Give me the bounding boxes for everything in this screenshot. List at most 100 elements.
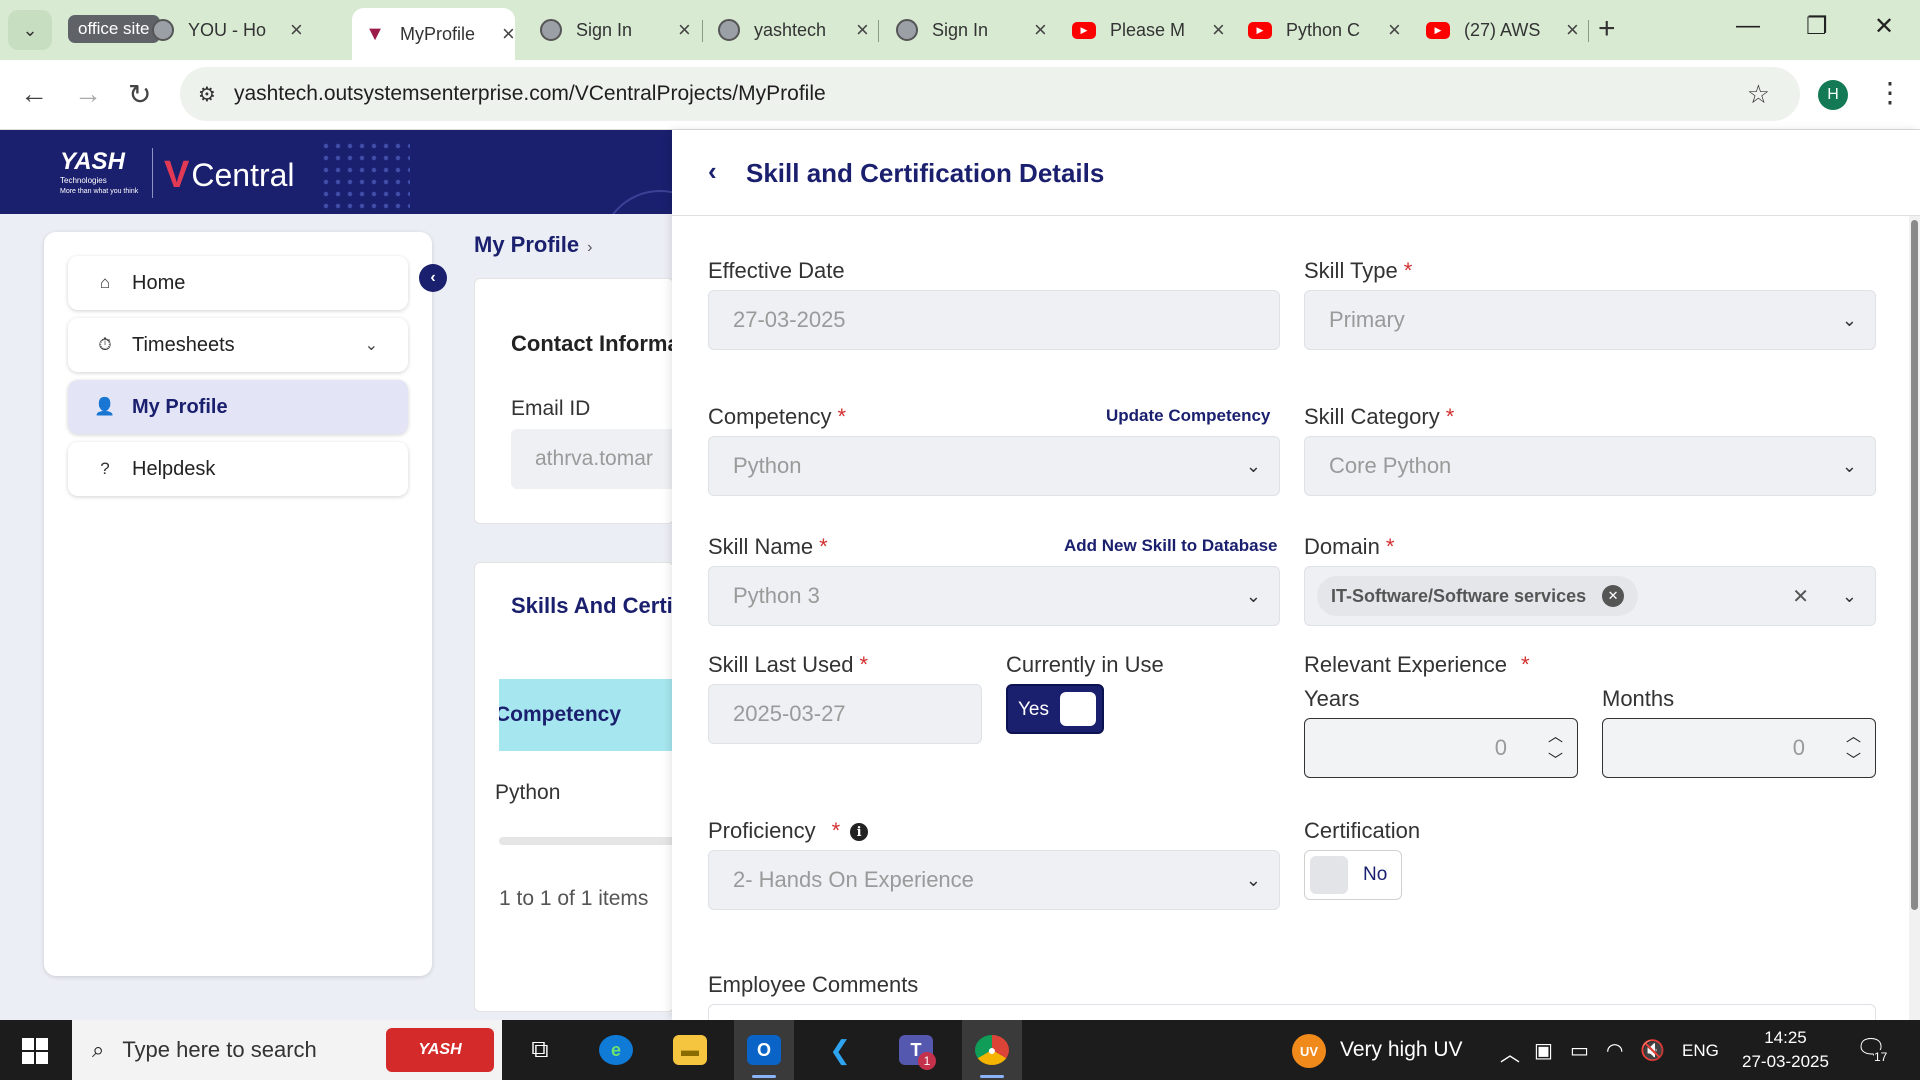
field-value: 2- Hands On Experience	[733, 867, 974, 892]
windows-start-icon[interactable]	[22, 1038, 48, 1064]
add-new-skill-link[interactable]: Add New Skill to Database	[1064, 536, 1278, 556]
browser-tab[interactable]: YOU - Ho ×	[152, 10, 303, 50]
close-icon[interactable]: ×	[856, 17, 869, 43]
back-icon[interactable]: ←	[20, 78, 48, 110]
sidebar-item-timesheets[interactable]: ⏱ Timesheets ⌄	[68, 318, 408, 372]
tab-separator	[878, 20, 879, 42]
field-value: 2025-03-27	[733, 701, 846, 726]
taskbar-search[interactable]: ⌕ Type here to search YASH	[72, 1020, 502, 1080]
central-logo[interactable]: V Central	[164, 154, 295, 197]
breadcrumb[interactable]: My Profile ›	[474, 232, 592, 258]
browser-tab[interactable]: ▶ (27) AWS ×	[1426, 10, 1579, 50]
close-icon[interactable]: ×	[1566, 17, 1579, 43]
currently-in-use-toggle[interactable]: Yes	[1006, 684, 1104, 734]
language-indicator[interactable]: ENG	[1682, 1041, 1719, 1061]
weather-text[interactable]: Very high UV	[1340, 1038, 1463, 1062]
field-value: Python 3	[733, 583, 820, 608]
search-highlight-badge[interactable]: YASH	[386, 1028, 494, 1072]
clear-icon[interactable]: ✕	[1792, 584, 1809, 609]
outlook-app-icon[interactable]: O	[734, 1020, 794, 1080]
meet-now-icon[interactable]: ▣	[1534, 1038, 1553, 1063]
profile-avatar[interactable]: H	[1818, 80, 1848, 110]
close-icon[interactable]: ×	[678, 17, 691, 43]
browser-tab[interactable]: ▶ Python C ×	[1248, 10, 1401, 50]
close-icon[interactable]: ×	[1034, 17, 1047, 43]
certification-toggle[interactable]: No	[1304, 850, 1402, 900]
notification-center-icon[interactable]: 🗨 17	[1856, 1034, 1888, 1064]
tab-search-button[interactable]: ⌄	[8, 10, 52, 50]
proficiency-select[interactable]: 2- Hands On Experience ⌄	[708, 850, 1280, 910]
vscode-icon: ❮	[829, 1034, 851, 1065]
speaker-muted-icon[interactable]: 🔇	[1640, 1038, 1665, 1063]
url-bar[interactable]: ⚙ yashtech.outsystemsenterprise.com/VCen…	[180, 67, 1800, 121]
browser-tab[interactable]: ▶ Please M ×	[1072, 10, 1225, 50]
grid-cell[interactable]: Python	[495, 781, 560, 805]
task-view-icon[interactable]: ⧉	[510, 1020, 570, 1080]
file-explorer-app-icon[interactable]: ▬	[660, 1020, 720, 1080]
skill-category-select[interactable]: Core Python ⌄	[1304, 436, 1876, 496]
browser-tab[interactable]: Sign In ×	[540, 10, 691, 50]
battery-icon[interactable]: ▭	[1570, 1038, 1589, 1063]
browser-tab[interactable]: yashtech ×	[718, 10, 869, 50]
sidebar-item-helpdesk[interactable]: ? Helpdesk	[68, 442, 408, 496]
close-icon[interactable]: ×	[1212, 17, 1225, 43]
browser-tab[interactable]: Sign In ×	[896, 10, 1047, 50]
teams-app-icon[interactable]: T1	[886, 1020, 946, 1080]
domain-multiselect[interactable]: IT-Software/Software services ✕ ✕ ⌄	[1304, 566, 1876, 626]
years-stepper[interactable]: 0 ︿ ﹀	[1304, 718, 1578, 778]
grid-scrollbar[interactable]	[499, 837, 673, 845]
close-icon[interactable]: ×	[502, 21, 515, 47]
window-close-icon[interactable]: ✕	[1874, 12, 1894, 41]
tab-group-chip[interactable]: office site	[68, 15, 160, 43]
email-field[interactable]: athrva.tomar	[511, 429, 673, 489]
sidebar-item-home[interactable]: ⌂ Home	[68, 256, 408, 310]
bookmark-star-icon[interactable]: ☆	[1747, 79, 1770, 110]
yash-logo[interactable]: YASH Technologies	[60, 148, 125, 185]
grid-column-header[interactable]: Competency	[499, 679, 673, 751]
tray-chevron-up-icon[interactable]: ︿	[1500, 1038, 1520, 1067]
forward-icon[interactable]: →	[74, 78, 102, 110]
decorative-ring	[600, 190, 672, 214]
taskbar-clock[interactable]: 14:25 27-03-2025	[1742, 1026, 1829, 1074]
chrome-app-icon[interactable]: ●	[962, 1020, 1022, 1080]
url-text[interactable]: yashtech.outsystemsenterprise.com/VCentr…	[234, 82, 826, 106]
person-icon: 👤	[94, 397, 116, 416]
remove-tag-icon[interactable]: ✕	[1602, 585, 1625, 607]
label-text: Relevant Experience	[1304, 652, 1508, 677]
required-mark: *	[859, 652, 869, 677]
employee-comments-field[interactable]	[708, 1004, 1876, 1020]
info-icon[interactable]: i	[850, 823, 869, 842]
skill-name-select[interactable]: Python 3 ⌄	[708, 566, 1280, 626]
sidebar-item-my-profile[interactable]: 👤 My Profile	[68, 380, 408, 434]
close-icon[interactable]: ×	[1388, 17, 1401, 43]
new-tab-button[interactable]: +	[1598, 12, 1616, 46]
restore-icon[interactable]: ❐	[1806, 12, 1828, 41]
skill-last-used-field[interactable]: 2025-03-27	[708, 684, 982, 744]
domain-tag[interactable]: IT-Software/Software services ✕	[1317, 576, 1639, 616]
weather-icon[interactable]: UV	[1292, 1034, 1326, 1068]
site-info-icon[interactable]: ⚙	[198, 82, 216, 107]
back-arrow-icon[interactable]: ‹	[708, 156, 717, 187]
close-icon[interactable]: ×	[290, 17, 303, 43]
certification-label: Certification	[1304, 818, 1420, 844]
vscode-app-icon[interactable]: ❮	[810, 1020, 870, 1080]
spinner-arrows-icon[interactable]: ︿ ﹀	[1846, 725, 1861, 773]
reload-icon[interactable]: ↻	[128, 78, 151, 111]
minimize-icon[interactable]: —	[1736, 12, 1760, 40]
label-text: Certification	[1304, 818, 1421, 843]
edge-app-icon[interactable]: e	[586, 1020, 646, 1080]
label-text: Employee Comments	[708, 972, 919, 997]
effective-date-field[interactable]: 27-03-2025	[708, 290, 1280, 350]
wifi-icon[interactable]: ◠	[1606, 1038, 1623, 1063]
spinner-arrows-icon[interactable]: ︿ ﹀	[1548, 725, 1563, 773]
logo-divider	[152, 148, 153, 198]
competency-select[interactable]: Python ⌄	[708, 436, 1280, 496]
months-stepper[interactable]: 0 ︿ ﹀	[1602, 718, 1876, 778]
skill-type-select[interactable]: Primary ⌄	[1304, 290, 1876, 350]
scrollbar-thumb[interactable]	[1911, 220, 1918, 910]
panel-scrollbar[interactable]	[1909, 216, 1920, 1020]
browser-tab-active[interactable]: ▼ MyProfile ×	[352, 8, 515, 60]
update-competency-link[interactable]: Update Competency	[1106, 406, 1270, 426]
more-menu-icon[interactable]: ⋮	[1876, 76, 1904, 109]
collapse-sidebar-button[interactable]: ‹	[419, 264, 447, 292]
